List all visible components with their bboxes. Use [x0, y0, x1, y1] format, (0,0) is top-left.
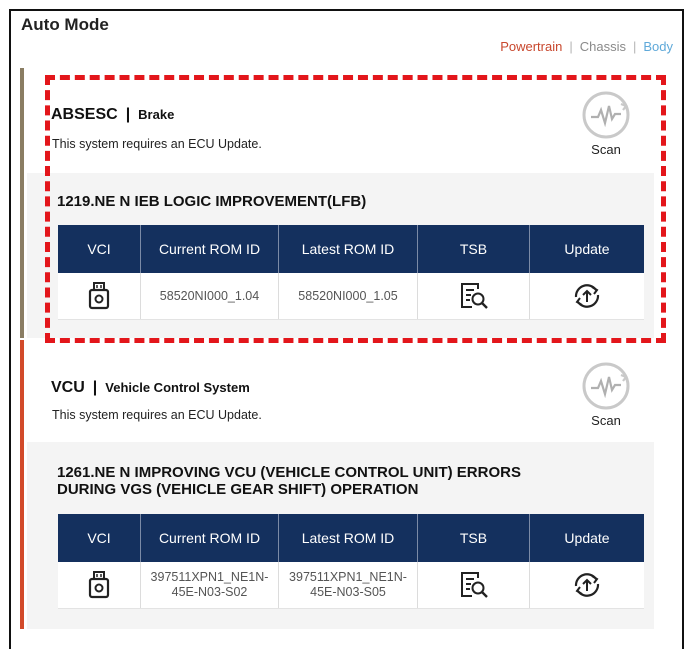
tab-powertrain[interactable]: Powertrain [500, 39, 562, 54]
header-latest-rom: Latest ROM ID [278, 514, 418, 562]
tab-chassis[interactable]: Chassis [580, 39, 626, 54]
vci-device-icon [58, 571, 140, 599]
table-row: 58520NI000_1.04 58520NI000_1.05 [58, 273, 644, 320]
system-title: VCU | Vehicle Control System [51, 379, 250, 397]
scan-label: Scan [591, 142, 621, 157]
update-title-line1: 1219.NE N IEB LOGIC IMPROVEMENT(LFB) [57, 193, 367, 210]
header-current-rom: Current ROM ID [140, 514, 279, 562]
table-header-row: VCI Current ROM ID Latest ROM ID TSB Upd… [58, 225, 644, 273]
tsb-button[interactable] [417, 273, 530, 320]
tab-body[interactable]: Body [643, 39, 673, 54]
update-refresh-icon [530, 571, 644, 599]
header-vci: VCI [58, 225, 141, 273]
update-detail-panel: 1261.NE N IMPROVING VCU (VEHICLE CONTROL… [27, 442, 654, 629]
system-message: This system requires an ECU Update. [52, 137, 262, 151]
header-latest-rom: Latest ROM ID [278, 225, 418, 273]
vci-cell[interactable] [58, 273, 141, 320]
system-message: This system requires an ECU Update. [52, 408, 262, 422]
update-title: 1219.NE N IEB LOGIC IMPROVEMENT(LFB) [57, 193, 366, 210]
system-subtitle: Brake [138, 107, 175, 122]
category-tabs: Powertrain | Chassis | Body [500, 39, 673, 54]
tsb-document-search-icon [418, 282, 529, 310]
system-title: ABSESC | Brake [51, 106, 174, 124]
scan-waveform-icon [581, 90, 631, 140]
tsb-button[interactable] [417, 562, 530, 609]
scan-label: Scan [591, 413, 621, 428]
vci-device-icon [58, 282, 140, 310]
scan-button[interactable]: Scan [576, 361, 636, 428]
page-title: Auto Mode [21, 15, 109, 34]
update-title-line1: 1261.NE N IMPROVING VCU (VEHICLE CONTROL… [57, 464, 521, 481]
tab-separator: | [569, 39, 573, 54]
system-name: ABSESC [51, 106, 118, 123]
scan-waveform-icon [581, 361, 631, 411]
header-update: Update [529, 225, 644, 273]
header-tsb: TSB [417, 225, 530, 273]
latest-rom-id[interactable]: 397511XPN1_NE1N-45E-N03-S05 [278, 562, 418, 609]
update-detail-panel: 1219.NE N IEB LOGIC IMPROVEMENT(LFB) VCI… [27, 173, 654, 338]
current-rom-id: 58520NI000_1.04 [140, 273, 279, 320]
vci-cell[interactable] [58, 562, 141, 609]
scan-button[interactable]: Scan [576, 90, 636, 157]
tab-separator: | [632, 39, 637, 54]
rom-table: VCI Current ROM ID Latest ROM ID TSB Upd… [58, 225, 644, 320]
current-rom-id: 397511XPN1_NE1N-45E-N03-S02 [140, 562, 279, 609]
update-title-line2: DURING VGS (VEHICLE GEAR SHIFT) OPERATIO… [57, 481, 419, 498]
update-refresh-icon [530, 282, 644, 310]
tsb-document-search-icon [418, 571, 529, 599]
header-update: Update [529, 514, 644, 562]
header-current-rom: Current ROM ID [140, 225, 279, 273]
system-name: VCU [51, 379, 85, 396]
update-button[interactable] [529, 273, 644, 320]
system-card-vcu: VCU | Vehicle Control System This system r… [20, 340, 654, 629]
title-separator: | [92, 379, 98, 396]
header-tsb: TSB [417, 514, 530, 562]
update-button[interactable] [529, 562, 644, 609]
update-title: 1261.NE N IMPROVING VCU (VEHICLE CONTROL… [57, 464, 521, 498]
rom-table: VCI Current ROM ID Latest ROM ID TSB Upd… [58, 514, 644, 609]
system-card-absesc: ABSESC | Brake This system requires an ECU… [20, 68, 654, 338]
table-header-row: VCI Current ROM ID Latest ROM ID TSB Upd… [58, 514, 644, 562]
latest-rom-id[interactable]: 58520NI000_1.05 [278, 273, 418, 320]
system-subtitle: Vehicle Control System [105, 380, 250, 395]
table-row: 397511XPN1_NE1N-45E-N03-S02 397511XPN1_N… [58, 562, 644, 609]
title-separator: | [125, 106, 131, 123]
header-vci: VCI [58, 514, 141, 562]
